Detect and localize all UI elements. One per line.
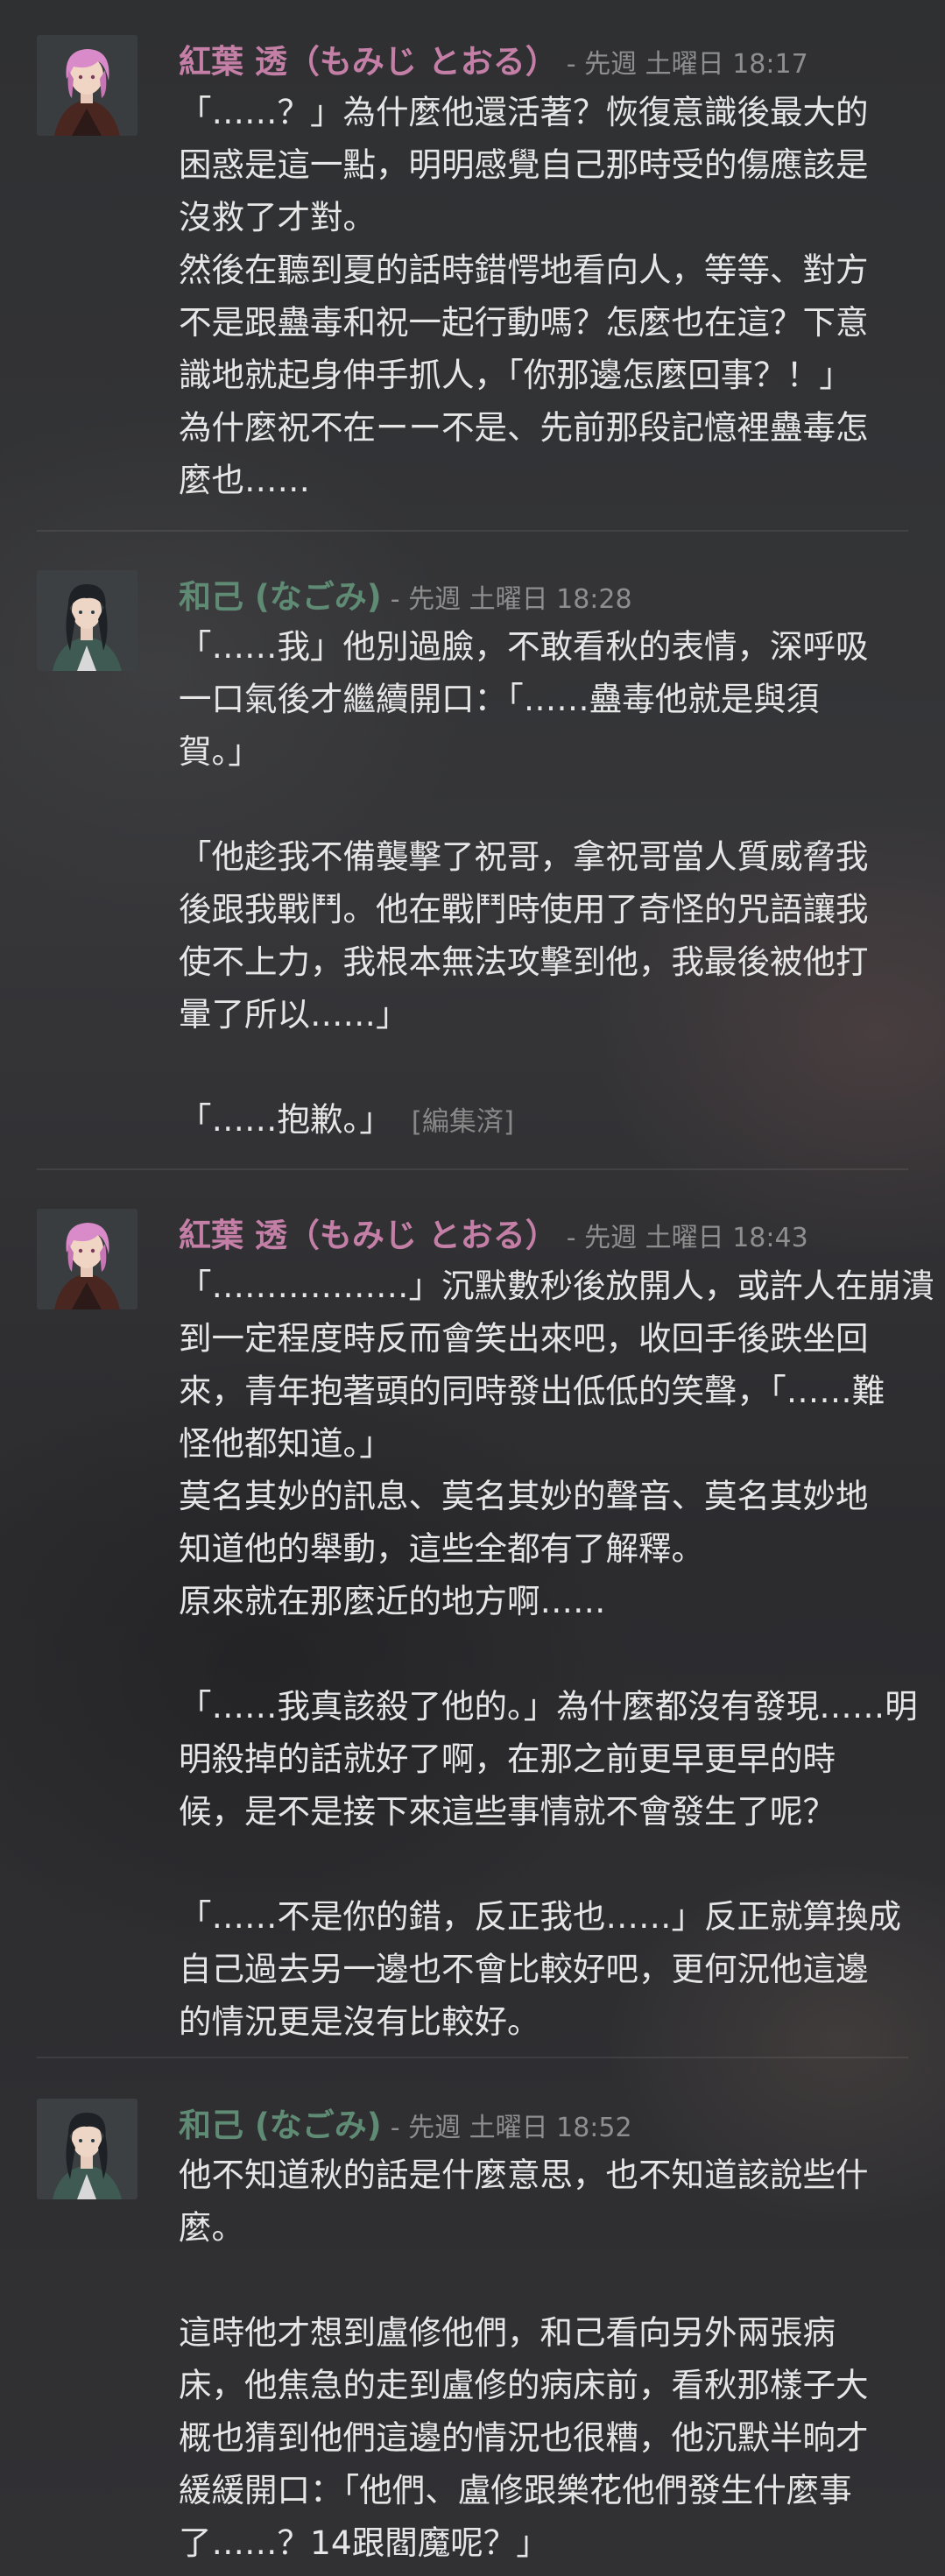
text-line: 緩緩開口：「他們、盧修跟樂花他們發生什麼事 (179, 2471, 852, 2509)
text-line: 他不知道秋的話是什麼意思，也不知道該說些什 (179, 2156, 869, 2194)
text-line: 「……？」為什麼他還活著？恢復意識後最大的 (179, 93, 869, 131)
text-line: 暈了所以……」 (179, 995, 409, 1034)
text-line: 為什麼祝不在ーー不是、先前那段記憶裡蠱毒怎 (179, 408, 869, 447)
dark-haired-character-avatar-icon (37, 2099, 138, 2199)
text-line: 賀。」 (179, 732, 261, 771)
text-line: 「……我真該殺了他的。」為什麼都沒有發現……明 (179, 1687, 918, 1726)
text-line: 床，他焦急的走到盧修的病床前，看秋那樣子大 (179, 2366, 869, 2404)
timestamp: - 先週 土曜日 18:17 (566, 49, 808, 80)
message-text: 他不知道秋的話是什麼意思，也不知道該說些什 麼。 這時他才想到盧修他們，和己看向… (179, 2149, 914, 2569)
text-line: 自己過去另一邊也不會比較好吧，更何況他這邊 (179, 1950, 869, 1988)
author-name[interactable]: 紅葉 透（もみじ とおる） (179, 43, 558, 81)
text-line: 「……我」他別過臉，不敢看秋的表情，深呼吸 (179, 627, 869, 666)
text-line: 不是跟蠱毒和祝一起行動嗎？怎麼也在這？下意 (179, 303, 869, 342)
message-header: 紅葉 透（もみじ とおる） - 先週 土曜日 18:17 (179, 35, 808, 82)
text-line: 來，青年抱著頭的同時發出低低的笑聲，「……難 (179, 1372, 885, 1410)
avatar[interactable] (37, 570, 138, 671)
message-text: 「……我」他別過臉，不敢看秋的表情，深呼吸 一口氣後才繼續開口：「……蠱毒他就是… (179, 620, 914, 1148)
text-line: 莫名其妙的訊息、莫名其妙的聲音、莫名其妙地 (179, 1477, 869, 1515)
text-line: 原來就在那麼近的地方啊…… (179, 1582, 606, 1620)
text-line: 的情況更是沒有比較好。 (179, 2002, 540, 2041)
text-line (179, 778, 914, 830)
author-name[interactable]: 和己 (なごみ) (179, 578, 382, 616)
pink-haired-character-avatar-icon (37, 1209, 138, 1309)
text-line: 後跟我戰鬥。他在戰鬥時使用了奇怪的咒語讓我 (179, 890, 869, 928)
text-line: 「他趁我不備襲擊了祝哥，拿祝哥當人質威脅我 (179, 837, 869, 876)
timestamp: - 先週 土曜日 18:43 (566, 1223, 808, 1253)
message-text: 「……？」為什麼他還活著？恢復意識後最大的 困惑是這一點，明明感覺自己那時受的傷… (179, 86, 914, 506)
text-line: 候，是不是接下來這些事情就不會發生了呢？ (179, 1792, 836, 1831)
text-line: 怪他都知道。」 (179, 1424, 392, 1463)
message-divider (37, 530, 908, 532)
author-name[interactable]: 紅葉 透（もみじ とおる） (179, 1217, 558, 1254)
text-line (179, 1041, 914, 1093)
avatar[interactable] (37, 2099, 138, 2199)
dark-haired-character-avatar-icon (37, 570, 138, 671)
message-divider (37, 1168, 908, 1170)
text-line: 「………………」沉默數秒後放開人，或許人在崩潰 (179, 1267, 934, 1305)
text-line: 使不上力，我根本無法攻擊到他，我最後被他打 (179, 942, 869, 981)
author-name[interactable]: 和己 (なごみ) (179, 2107, 382, 2144)
text-line: 到一定程度時反而會笑出來吧，收回手後跌坐回 (179, 1319, 869, 1358)
text-line (179, 1627, 914, 1680)
text-line: 困惑是這一點，明明感覺自己那時受的傷應該是 (179, 145, 869, 184)
message-header: 紅葉 透（もみじ とおる） - 先週 土曜日 18:43 (179, 1209, 808, 1256)
message-text: 「………………」沉默數秒後放開人，或許人在崩潰 到一定程度時反而會笑出來吧，收回… (179, 1260, 934, 2048)
text-line: 明殺掉的話就好了啊，在那之前更早更早的時 (179, 1740, 836, 1778)
text-line (179, 1838, 914, 1890)
pink-haired-character-avatar-icon (37, 35, 138, 136)
timestamp: - 先週 土曜日 18:52 (390, 2113, 632, 2143)
avatar[interactable] (37, 35, 138, 136)
message-divider (37, 2057, 908, 2058)
text-line: 一口氣後才繼續開口：「……蠱毒他就是與須 (179, 680, 820, 718)
text-line: 沒救了才對。 (179, 198, 376, 236)
text-line (179, 2254, 914, 2306)
edited-label: [編集済] (411, 1106, 514, 1138)
text-line: 了……？14跟閻魔呢？」 (179, 2523, 549, 2562)
text-line-last: 「……抱歉。」 [編集済] (179, 1093, 914, 1148)
text-line: 「……不是你的錯，反正我也……」反正就算換成 (179, 1897, 901, 1936)
message-header: 和己 (なごみ) - 先週 土曜日 18:52 (179, 2099, 632, 2146)
message-header: 和己 (なごみ) - 先週 土曜日 18:28 (179, 570, 632, 618)
timestamp: - 先週 土曜日 18:28 (390, 584, 632, 615)
text-line: 概也猜到他們這邊的情況也很糟，他沉默半晌才 (179, 2418, 869, 2457)
text-line: 知道他的舉動，這些全都有了解釋。 (179, 1529, 704, 1568)
text-line: 然後在聽到夏的話時錯愕地看向人，等等、對方 (179, 251, 869, 289)
avatar[interactable] (37, 1209, 138, 1309)
text-line: 「……抱歉。」 (179, 1100, 392, 1139)
text-line: 識地就起身伸手抓人，「你那邊怎麼回事？！」 (179, 356, 852, 394)
text-line: 麼也…… (179, 461, 310, 499)
text-line: 這時他才想到盧修他們，和己看向另外兩張病 (179, 2313, 836, 2352)
text-line: 麼。 (179, 2208, 244, 2247)
